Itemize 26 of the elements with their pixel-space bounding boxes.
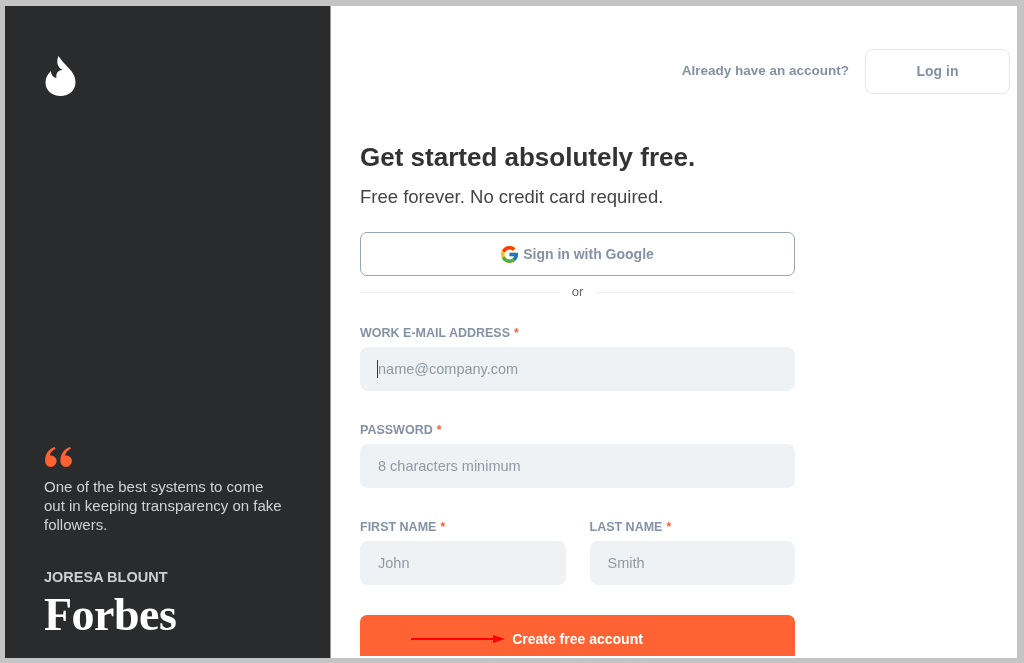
required-mark: * [666,519,672,535]
arrow-icon [411,635,505,643]
required-mark: * [514,325,519,341]
input-field[interactable]: John [360,541,566,585]
testimonial-quote: One of the best systems to come out in keeping transparency on fake followers. [44,477,283,534]
signup-title: Get started absolutely free. [360,142,696,172]
google-signin-button[interactable]: Sign in with Google [360,232,795,276]
signup-subtitle: Free forever. No credit card required. [360,185,664,209]
field-label: FIRST NAME [360,519,437,535]
required-mark: * [440,519,446,535]
input-field[interactable]: Smith [589,541,795,585]
field-label: PASSWORD [360,422,433,438]
required-mark: * [436,422,442,438]
quote-author: JORESA BLOUNT [44,569,168,586]
publication-logo: Forbes [44,593,177,636]
create-account-button[interactable]: Create free account [360,615,795,656]
login-button[interactable]: Log in [865,49,1010,94]
account-prompt: Already have an account? [681,62,849,81]
field-label: LAST NAME [589,519,663,535]
field-label: WORK E-MAIL ADDRESS [360,325,510,341]
input-field[interactable]: 8 characters minimum [360,444,795,488]
quote-mark-icon [44,446,73,468]
input-field[interactable]: name@company.com [360,347,795,391]
flame-logo-icon [44,55,77,97]
divider-text: or [571,284,584,300]
google-g-icon [501,245,519,263]
